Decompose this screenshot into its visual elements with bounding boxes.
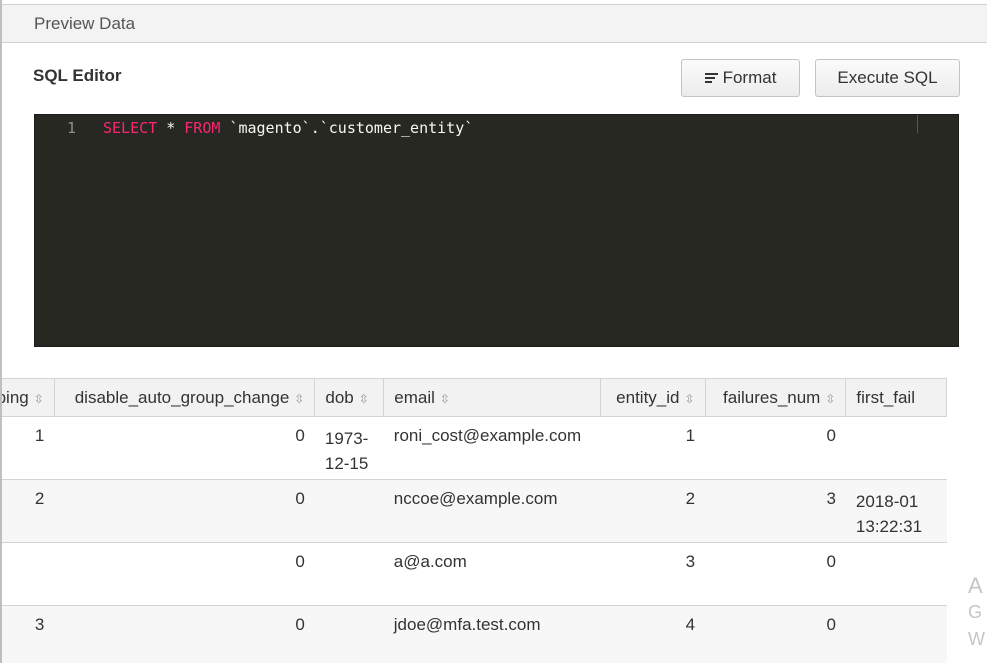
cell-disable-auto-group-change: 0	[54, 416, 315, 480]
activate-windows-watermark: AGW	[968, 572, 985, 653]
sort-updown-icon[interactable]: ⇳	[34, 392, 44, 406]
column-header-label: disable_auto_group_change	[74, 387, 290, 407]
preview-data-window: Preview Data SQL Editor Format Execute S…	[0, 0, 987, 663]
code-table-ref: `magento`.`customer_entity`	[220, 119, 474, 137]
cell-dob	[314, 542, 384, 606]
line-number: 1	[67, 119, 77, 137]
format-button-label: Format	[722, 68, 777, 87]
cell-dob: 1973- 12-15	[314, 416, 384, 480]
watermark-line: A	[968, 573, 983, 598]
column-header-label: dob	[325, 387, 354, 407]
table-row[interactable]: 0 a@a.com 3 0	[2, 542, 947, 606]
cell-dob-part: 1973-	[324, 429, 369, 448]
table-row[interactable]: 3 0 jdoe@mfa.test.com 4 0	[2, 605, 947, 663]
column-header-label: entity_id	[616, 387, 680, 407]
results-table: pping ⇳ disable_auto_group_change ⇳ dob ⇳ e…	[2, 378, 947, 663]
sort-updown-icon[interactable]: ⇳	[825, 392, 835, 406]
code-line: SELECT * FROM `magento`.`customer_entity…	[103, 119, 473, 137]
cell-first-fail: 2018-01 13:22:31	[845, 479, 947, 543]
cell-pping: 3	[2, 605, 55, 663]
cell-first-fail	[845, 605, 947, 663]
cell-failures-num: 0	[705, 416, 846, 480]
column-header-first-fail[interactable]: first_fail	[845, 378, 947, 417]
cell-first-fail	[845, 542, 947, 606]
cell-disable-auto-group-change: 0	[54, 605, 315, 663]
cell-disable-auto-group-change: 0	[54, 542, 315, 606]
sort-updown-icon[interactable]: ⇳	[440, 392, 450, 406]
cell-dob-part: 12-15	[324, 454, 369, 473]
panel-header: Preview Data	[2, 4, 987, 43]
cell-dob	[314, 605, 384, 663]
keyword-from: FROM	[184, 119, 221, 137]
column-header-pping[interactable]: pping ⇳	[2, 378, 55, 417]
cell-failures-num: 0	[705, 542, 846, 606]
cell-entity-id: 3	[600, 542, 706, 606]
column-header-failures-num[interactable]: failures_num ⇳	[704, 378, 847, 417]
cell-pping: 1	[2, 416, 55, 480]
cell-first-fail-part: 2018-01	[855, 492, 919, 511]
cell-entity-id: 4	[600, 605, 706, 663]
code-star: *	[157, 119, 185, 137]
format-lines-icon	[704, 72, 718, 84]
execute-sql-button[interactable]: Execute SQL	[815, 59, 960, 97]
column-header-label: failures_num	[723, 387, 821, 407]
column-header-label: email	[394, 387, 435, 407]
execute-sql-button-label: Execute SQL	[837, 68, 938, 87]
cell-email: a@a.com	[383, 542, 601, 606]
format-button[interactable]: Format	[681, 59, 800, 97]
cell-entity-id: 1	[600, 416, 706, 480]
cell-pping	[2, 542, 55, 606]
column-header-entity-id[interactable]: entity_id ⇳	[599, 378, 706, 417]
cell-entity-id: 2	[600, 479, 706, 543]
cell-pping: 2	[2, 479, 55, 543]
watermark-line: G	[968, 602, 983, 622]
cell-first-fail	[845, 416, 947, 480]
panel-title: Preview Data	[34, 14, 136, 33]
sql-editor-title: SQL Editor	[33, 66, 122, 85]
results-table-wrapper[interactable]: pping ⇳ disable_auto_group_change ⇳ dob ⇳ e…	[2, 378, 987, 663]
cell-first-fail-part: 13:22:31	[855, 517, 923, 536]
sort-updown-icon[interactable]: ⇳	[294, 392, 304, 406]
cell-disable-auto-group-change: 0	[54, 479, 315, 543]
column-header-disable-auto-group-change[interactable]: disable_auto_group_change ⇳	[53, 378, 316, 417]
column-header-label: first_fail	[856, 387, 915, 407]
table-row[interactable]: 2 0 nccoe@example.com 2 3 2018-01 13:22:3…	[2, 479, 947, 543]
cell-failures-num: 0	[705, 605, 846, 663]
column-header-dob[interactable]: dob ⇳	[314, 378, 385, 417]
column-header-email[interactable]: email ⇳	[383, 378, 601, 417]
sort-updown-icon[interactable]: ⇳	[359, 392, 369, 406]
sql-code-editor[interactable]: 1 SELECT * FROM `magento`.`customer_enti…	[34, 114, 959, 347]
cell-failures-num: 3	[705, 479, 846, 543]
cell-email: jdoe@mfa.test.com	[383, 605, 601, 663]
column-header-label: pping	[2, 387, 29, 407]
table-header-row: pping ⇳ disable_auto_group_change ⇳ dob ⇳ e…	[2, 378, 947, 417]
sort-updown-icon[interactable]: ⇳	[684, 392, 694, 406]
cell-dob	[314, 479, 384, 543]
cell-email: nccoe@example.com	[383, 479, 601, 543]
print-margin-line	[917, 115, 918, 133]
cell-email: roni_cost@example.com	[383, 416, 601, 480]
keyword-select: SELECT	[103, 119, 158, 137]
table-row[interactable]: 1 0 1973- 12-15 roni_cost@example.com 1 0	[2, 416, 947, 480]
watermark-line: W	[968, 629, 985, 649]
